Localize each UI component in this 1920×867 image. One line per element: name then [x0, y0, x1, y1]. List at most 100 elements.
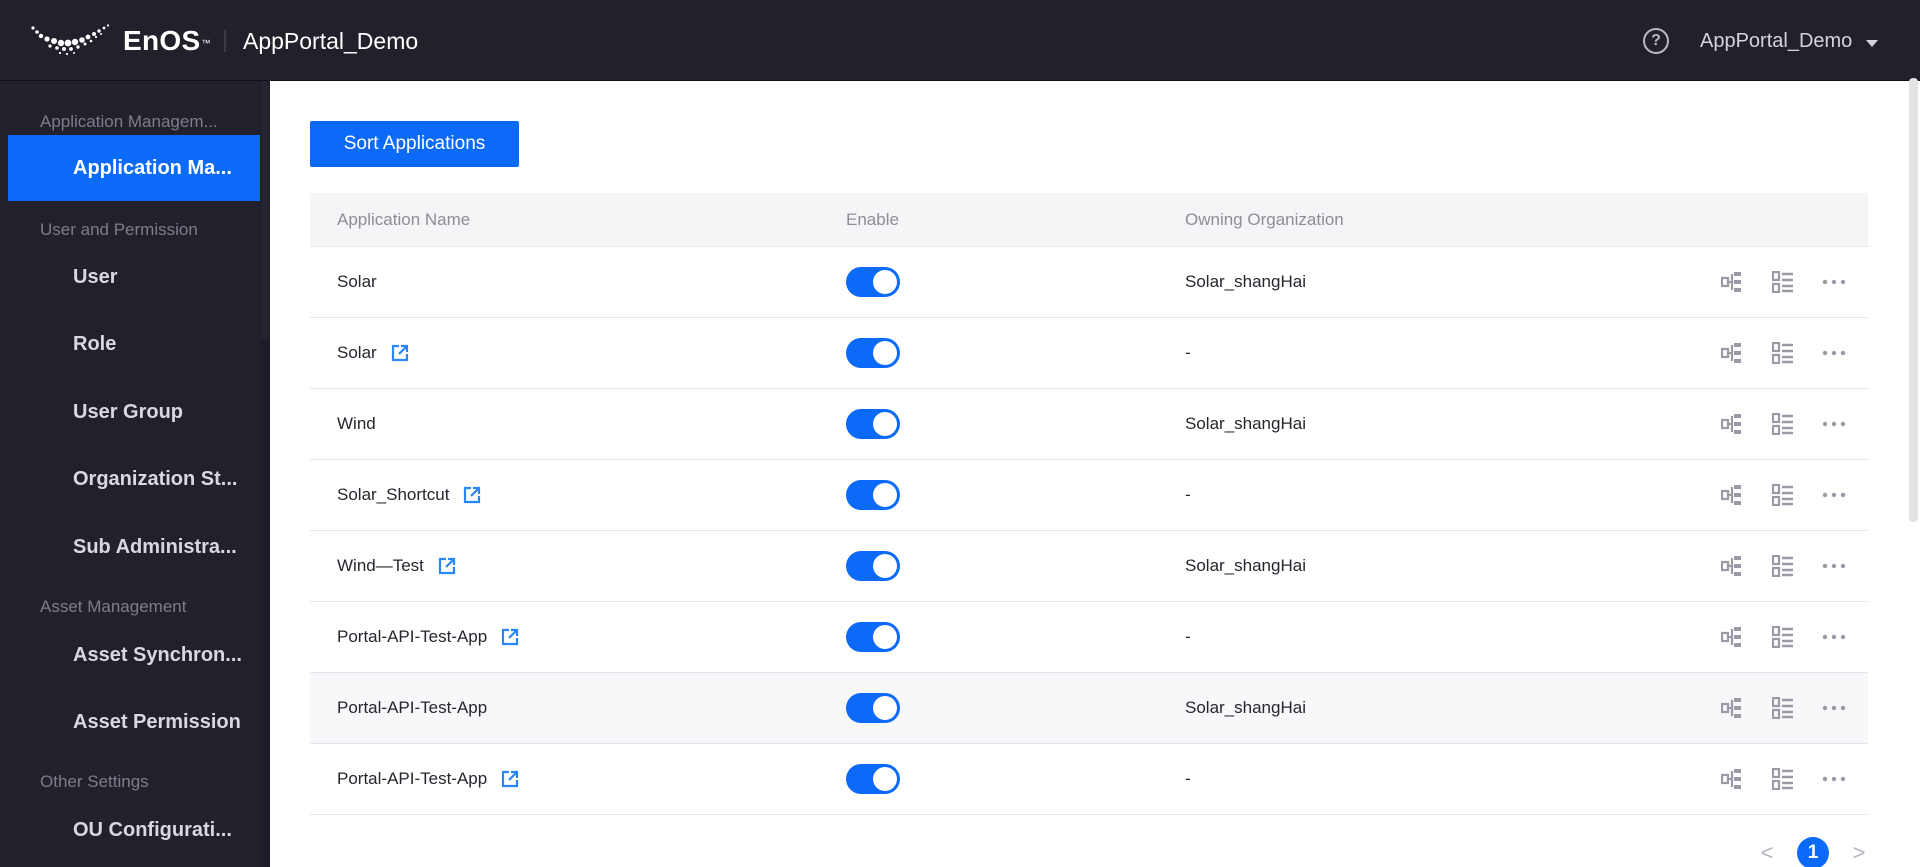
application-name: Solar [337, 272, 377, 291]
enable-cell [846, 318, 900, 388]
table-body: Solar Solar_shangHai Solar - Wind Solar_… [310, 247, 1868, 815]
application-name: Wind—Test [337, 556, 424, 575]
enable-cell [846, 673, 900, 743]
hierarchy-icon[interactable] [1720, 412, 1744, 436]
owning-organization: Solar_shangHai [1185, 272, 1306, 291]
table-row[interactable]: Solar - [310, 318, 1868, 389]
list-icon[interactable] [1771, 412, 1795, 436]
enable-toggle[interactable] [846, 764, 900, 794]
owning-organization: - [1185, 485, 1191, 504]
toggle-knob [873, 412, 897, 436]
applications-table: Application Name Enable Owning Organizat… [310, 193, 1868, 815]
external-link-icon[interactable] [501, 770, 519, 788]
sidebar-item-asset-permission[interactable]: Asset Permission [8, 689, 260, 755]
sidebar-item-sub-administrator[interactable]: Sub Administra... [8, 514, 260, 580]
brand-text: EnOS [123, 25, 201, 56]
sidebar: Application Managem... Application Ma...… [0, 81, 270, 867]
list-icon[interactable] [1771, 696, 1795, 720]
external-link-icon[interactable] [438, 557, 456, 575]
app-title: AppPortal_Demo [243, 28, 419, 54]
column-header-owning-organization: Owning Organization [1185, 210, 1344, 229]
application-name: Solar_Shortcut [337, 485, 450, 504]
more-icon[interactable] [1822, 412, 1846, 436]
toggle-knob [873, 483, 897, 507]
list-icon[interactable] [1771, 767, 1795, 791]
enable-toggle[interactable] [846, 267, 900, 297]
more-icon[interactable] [1822, 625, 1846, 649]
sidebar-group-application-management: Application Managem... [40, 112, 218, 131]
table-row[interactable]: Wind Solar_shangHai [310, 389, 1868, 460]
row-actions [1720, 460, 1846, 530]
row-actions [1720, 744, 1846, 814]
sidebar-item-ou-configuration[interactable]: OU Configurati... [8, 797, 260, 863]
row-actions [1720, 673, 1846, 743]
enable-cell [846, 247, 900, 317]
sidebar-scrollbar-thumb[interactable] [261, 81, 269, 339]
more-icon[interactable] [1822, 270, 1846, 294]
sidebar-item-user-group[interactable]: User Group [8, 379, 260, 445]
enable-toggle[interactable] [846, 622, 900, 652]
enable-toggle[interactable] [846, 338, 900, 368]
more-icon[interactable] [1822, 767, 1846, 791]
enos-logo-icon [31, 24, 110, 56]
list-icon[interactable] [1771, 483, 1795, 507]
caret-down-icon [1866, 39, 1879, 47]
application-name-cell: Portal-API-Test-App [337, 744, 519, 814]
hierarchy-icon[interactable] [1720, 767, 1744, 791]
owning-organization: - [1185, 343, 1191, 362]
more-icon[interactable] [1822, 341, 1846, 365]
user-menu[interactable]: AppPortal_Demo [1700, 26, 1879, 56]
sidebar-item-application-management[interactable]: Application Ma... [8, 135, 260, 201]
table-row[interactable]: Wind—Test Solar_shangHai [310, 531, 1868, 602]
prev-page-button[interactable]: < [1754, 838, 1780, 867]
owning-organization: Solar_shangHai [1185, 414, 1306, 433]
main-scrollbar[interactable] [1909, 78, 1918, 522]
sidebar-item-asset-synchronization[interactable]: Asset Synchron... [8, 622, 260, 688]
list-icon[interactable] [1771, 625, 1795, 649]
table-row[interactable]: Portal-API-Test-App - [310, 602, 1868, 673]
hierarchy-icon[interactable] [1720, 341, 1744, 365]
brand-name: EnOS™ [123, 24, 211, 58]
hierarchy-icon[interactable] [1720, 270, 1744, 294]
external-link-icon[interactable] [463, 486, 481, 504]
list-icon[interactable] [1771, 270, 1795, 294]
enable-toggle[interactable] [846, 693, 900, 723]
external-link-icon[interactable] [501, 628, 519, 646]
enable-toggle[interactable] [846, 409, 900, 439]
sidebar-group-other-settings: Other Settings [40, 772, 149, 791]
application-name-cell: Wind—Test [337, 531, 456, 601]
table-row[interactable]: Portal-API-Test-App - [310, 744, 1868, 815]
sidebar-item-user[interactable]: User [8, 244, 260, 310]
more-icon[interactable] [1822, 554, 1846, 578]
row-actions [1720, 602, 1846, 672]
external-link-icon[interactable] [391, 344, 409, 362]
owning-organization: - [1185, 769, 1191, 788]
table-row[interactable]: Portal-API-Test-App Solar_shangHai [310, 673, 1868, 744]
list-icon[interactable] [1771, 554, 1795, 578]
table-row[interactable]: Solar_Shortcut - [310, 460, 1868, 531]
application-name-cell: Wind [337, 389, 376, 459]
application-name: Portal-API-Test-App [337, 698, 488, 717]
toggle-knob [873, 696, 897, 720]
page-number-current[interactable]: 1 [1797, 837, 1829, 867]
column-header-enable: Enable [846, 210, 899, 229]
hierarchy-icon[interactable] [1720, 696, 1744, 720]
application-name: Solar [337, 343, 377, 362]
table-row[interactable]: Solar Solar_shangHai [310, 247, 1868, 318]
row-actions [1720, 318, 1846, 388]
hierarchy-icon[interactable] [1720, 625, 1744, 649]
sidebar-item-organization-structure[interactable]: Organization St... [8, 446, 260, 512]
hierarchy-icon[interactable] [1720, 483, 1744, 507]
table-header: Application Name Enable Owning Organizat… [310, 193, 1868, 247]
sort-applications-button[interactable]: Sort Applications [310, 121, 519, 167]
next-page-button[interactable]: > [1846, 838, 1872, 867]
sidebar-item-role[interactable]: Role [8, 311, 260, 377]
list-icon[interactable] [1771, 341, 1795, 365]
row-actions [1720, 531, 1846, 601]
more-icon[interactable] [1822, 483, 1846, 507]
enable-toggle[interactable] [846, 480, 900, 510]
enable-toggle[interactable] [846, 551, 900, 581]
question-circle-icon[interactable]: ? [1643, 28, 1669, 54]
hierarchy-icon[interactable] [1720, 554, 1744, 578]
more-icon[interactable] [1822, 696, 1846, 720]
